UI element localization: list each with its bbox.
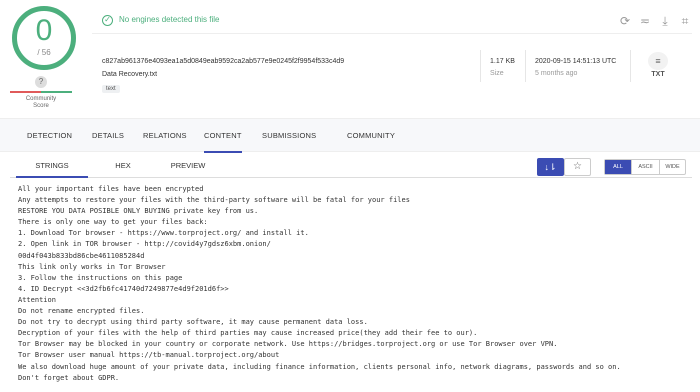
file-tag[interactable]: text xyxy=(102,85,120,93)
main-tab-bar: DETECTION DETAILS RELATIONS CONTENT SUBM… xyxy=(0,118,700,153)
encoding-filter: ALL ASCII WIDE xyxy=(604,159,686,175)
string-line: 4. ID Decrypt <<3d2fb6fc41740d7249877e4d… xyxy=(18,284,229,293)
string-line: Decryption of your files with the help o… xyxy=(18,329,478,338)
score-total: / 56 xyxy=(37,48,51,57)
community-question-icon: ? xyxy=(35,76,47,88)
string-line: 00d4f043b833bd86cbe4611085284d xyxy=(18,251,145,260)
subtab-strings[interactable]: STRINGS xyxy=(16,158,88,178)
community-bar-positive xyxy=(41,91,72,93)
divider xyxy=(480,50,481,82)
string-line: Do not try to decrypt using third party … xyxy=(18,318,368,327)
string-line: Any attempts to restore your files with … xyxy=(18,196,410,205)
string-line: 3. Follow the instructions on this page xyxy=(18,273,183,282)
score-detections: 0 xyxy=(35,14,53,47)
detection-banner: ✓ No engines detected this file ⟳ ≂ ⤓ ⌗ xyxy=(92,8,692,34)
check-circle-icon: ✓ xyxy=(102,15,113,26)
file-date: 2020-09-15 14:51:13 UTC xyxy=(535,58,617,65)
document-icon: ≡ xyxy=(648,52,668,70)
string-line: Attention xyxy=(18,295,56,304)
similar-icon[interactable]: ≂ xyxy=(638,14,652,28)
subtab-preview[interactable]: PREVIEW xyxy=(166,158,210,178)
string-line: There is only one way to get your files … xyxy=(18,218,208,227)
community-bar xyxy=(10,91,72,93)
filter-all-button[interactable]: ALL xyxy=(605,160,631,174)
graph-icon[interactable]: ⌗ xyxy=(678,14,692,28)
filter-ascii-button[interactable]: ASCII xyxy=(631,160,659,174)
detection-score: 0 / 56 xyxy=(8,6,82,76)
divider xyxy=(525,50,526,82)
tab-community[interactable]: COMMUNITY xyxy=(347,119,395,153)
refresh-icon[interactable]: ⟳ xyxy=(618,14,632,28)
file-size-label: Size xyxy=(490,70,504,77)
community-label-2: Score xyxy=(33,103,49,109)
file-size: 1.17 KB xyxy=(490,58,515,65)
string-line: This link only works in Tor Browser xyxy=(18,262,166,271)
community-label-1: Community xyxy=(25,96,57,102)
string-line: Do not rename encrypted files. xyxy=(18,307,145,316)
tab-details[interactable]: DETAILS xyxy=(92,119,124,153)
download-icon[interactable]: ⤓ xyxy=(658,14,672,28)
score-ring: 0 / 56 xyxy=(12,6,76,70)
divider xyxy=(630,50,631,82)
star-icon: ☆ xyxy=(573,161,582,172)
string-line: Tor Browser may be blocked in your count… xyxy=(18,340,558,349)
community-score: ? Community Score xyxy=(10,76,72,112)
string-line: All your important files have been encry… xyxy=(18,185,204,193)
file-date-relative: 5 months ago xyxy=(535,70,578,77)
string-line: Tor Browser user manual https://tb-manua… xyxy=(18,351,280,360)
strings-list: All your important files have been encry… xyxy=(18,184,698,384)
star-button[interactable]: ☆ xyxy=(564,158,591,176)
sort-button[interactable]: ↓⇂ xyxy=(537,158,564,176)
subtab-hex[interactable]: HEX xyxy=(108,158,138,178)
tab-content[interactable]: CONTENT xyxy=(204,119,242,153)
tab-submissions[interactable]: SUBMISSIONS xyxy=(262,119,316,153)
file-hash: c827ab961376e4093ea1a5d0849eab9592ca2ab5… xyxy=(102,58,345,65)
file-name: Data Recovery.txt xyxy=(102,71,158,78)
filter-wide-button[interactable]: WIDE xyxy=(659,160,685,174)
sort-icon: ↓⇂ xyxy=(544,162,557,172)
detection-status: No engines detected this file xyxy=(119,15,220,24)
string-line: We also download huge amount of your pri… xyxy=(18,362,621,371)
file-type: ≡ TXT xyxy=(645,52,671,82)
string-line: 1. Download Tor browser - https://www.to… xyxy=(18,229,309,238)
tab-detection[interactable]: DETECTION xyxy=(27,119,72,153)
string-line: RESTORE YOU DATA POSIBLE ONLY BUYING pri… xyxy=(18,207,259,216)
string-line: 2. Open link in TOR browser - http://cov… xyxy=(18,240,271,249)
string-line: Don't forget about GDPR. xyxy=(18,373,120,382)
file-type-label: TXT xyxy=(651,71,665,78)
tab-relations[interactable]: RELATIONS xyxy=(143,119,187,153)
